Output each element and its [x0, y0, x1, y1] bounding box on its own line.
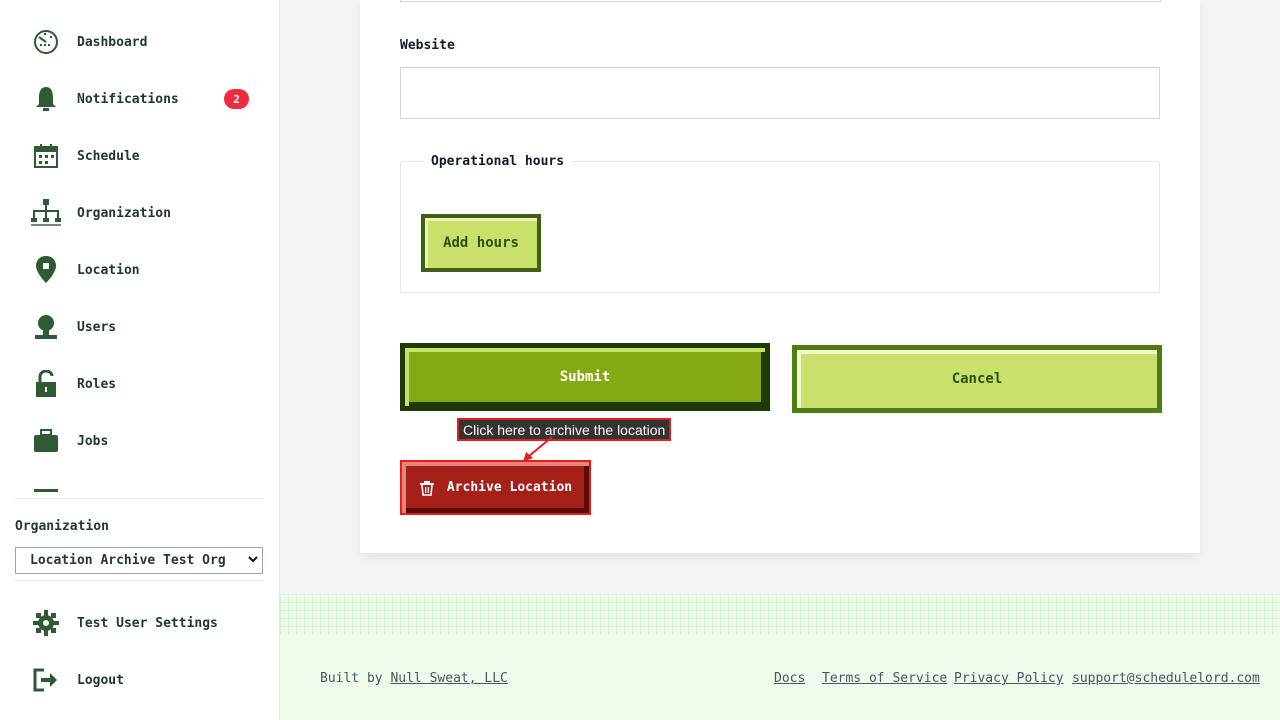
chevron-down-icon — [248, 554, 258, 567]
notification-count-badge: 2 — [224, 89, 249, 109]
lock-icon — [30, 368, 62, 400]
dashboard-icon — [30, 26, 62, 58]
sidebar-item-label: Roles — [77, 376, 117, 392]
sidebar-item-label: Jobs — [77, 433, 109, 449]
sidebar-item-location[interactable]: Location — [30, 250, 260, 290]
terms-of-service-link[interactable]: Terms of Service — [822, 671, 947, 686]
sidebar-divider — [15, 580, 264, 581]
sidebar-item-notifications[interactable]: Notifications 2 — [30, 79, 260, 119]
sidebar-scroll-peek — [34, 489, 58, 492]
sidebar-item-label: Dashboard — [77, 34, 148, 50]
sidebar-item-label: Location — [77, 262, 140, 278]
privacy-policy-link[interactable]: Privacy Policy — [954, 671, 1064, 686]
submit-button[interactable]: Submit — [400, 343, 770, 411]
sidebar-item-label: Organization — [77, 205, 171, 221]
sidebar-item-label: Users — [77, 319, 117, 335]
bell-icon — [30, 83, 62, 115]
organization-label: Organization — [15, 519, 109, 534]
website-label: Website — [400, 38, 455, 53]
docs-link[interactable]: Docs — [774, 671, 805, 686]
sidebar-item-logout[interactable]: Logout — [30, 660, 260, 700]
support-email-link[interactable]: support@schedulelord.com — [1072, 671, 1260, 686]
sidebar-item-roles[interactable]: Roles — [30, 364, 260, 404]
sidebar-item-users[interactable]: Users — [30, 307, 260, 347]
calendar-icon — [30, 140, 62, 172]
org-chart-icon — [30, 197, 62, 229]
organization-selected-value: Location Archive Test Org — [30, 553, 226, 568]
user-icon — [30, 311, 62, 343]
location-pin-icon — [30, 254, 62, 286]
footer-grid-decoration — [280, 594, 1280, 634]
built-by-text: Built by Null Sweat, LLC — [320, 671, 508, 686]
briefcase-icon — [30, 425, 62, 457]
logout-icon — [30, 664, 62, 696]
sidebar-item-label: Notifications — [77, 91, 179, 107]
archive-tooltip: Click here to archive the location — [457, 418, 672, 441]
sidebar-item-label: Schedule — [77, 148, 140, 164]
sidebar-item-organization[interactable]: Organization — [30, 193, 260, 233]
sidebar-item-label: Logout — [77, 672, 124, 688]
cancel-button[interactable]: Cancel — [792, 345, 1162, 413]
built-by-prefix: Built by — [320, 671, 383, 686]
website-input[interactable] — [400, 67, 1160, 119]
sidebar-divider — [15, 498, 264, 499]
null-sweat-link[interactable]: Null Sweat, LLC — [390, 671, 507, 686]
sidebar-item-jobs[interactable]: Jobs — [30, 421, 260, 461]
sidebar-item-dashboard[interactable]: Dashboard — [30, 22, 260, 62]
trash-icon — [419, 480, 435, 496]
archive-location-label: Archive Location — [446, 480, 573, 495]
sidebar-item-settings[interactable]: Test User Settings — [30, 603, 260, 643]
operational-hours-legend: Operational hours — [424, 154, 572, 169]
archive-location-button[interactable]: Archive Location — [400, 460, 591, 515]
sidebar-item-schedule[interactable]: Schedule — [30, 136, 260, 176]
sidebar: Dashboard Notifications 2 Schedule Organ… — [0, 0, 280, 720]
previous-input-field[interactable] — [400, 0, 1161, 2]
sidebar-item-label: Test User Settings — [77, 615, 218, 631]
add-hours-button[interactable]: Add hours — [421, 214, 541, 272]
organization-select[interactable]: Location Archive Test Org — [15, 547, 263, 574]
gear-icon — [30, 607, 62, 639]
